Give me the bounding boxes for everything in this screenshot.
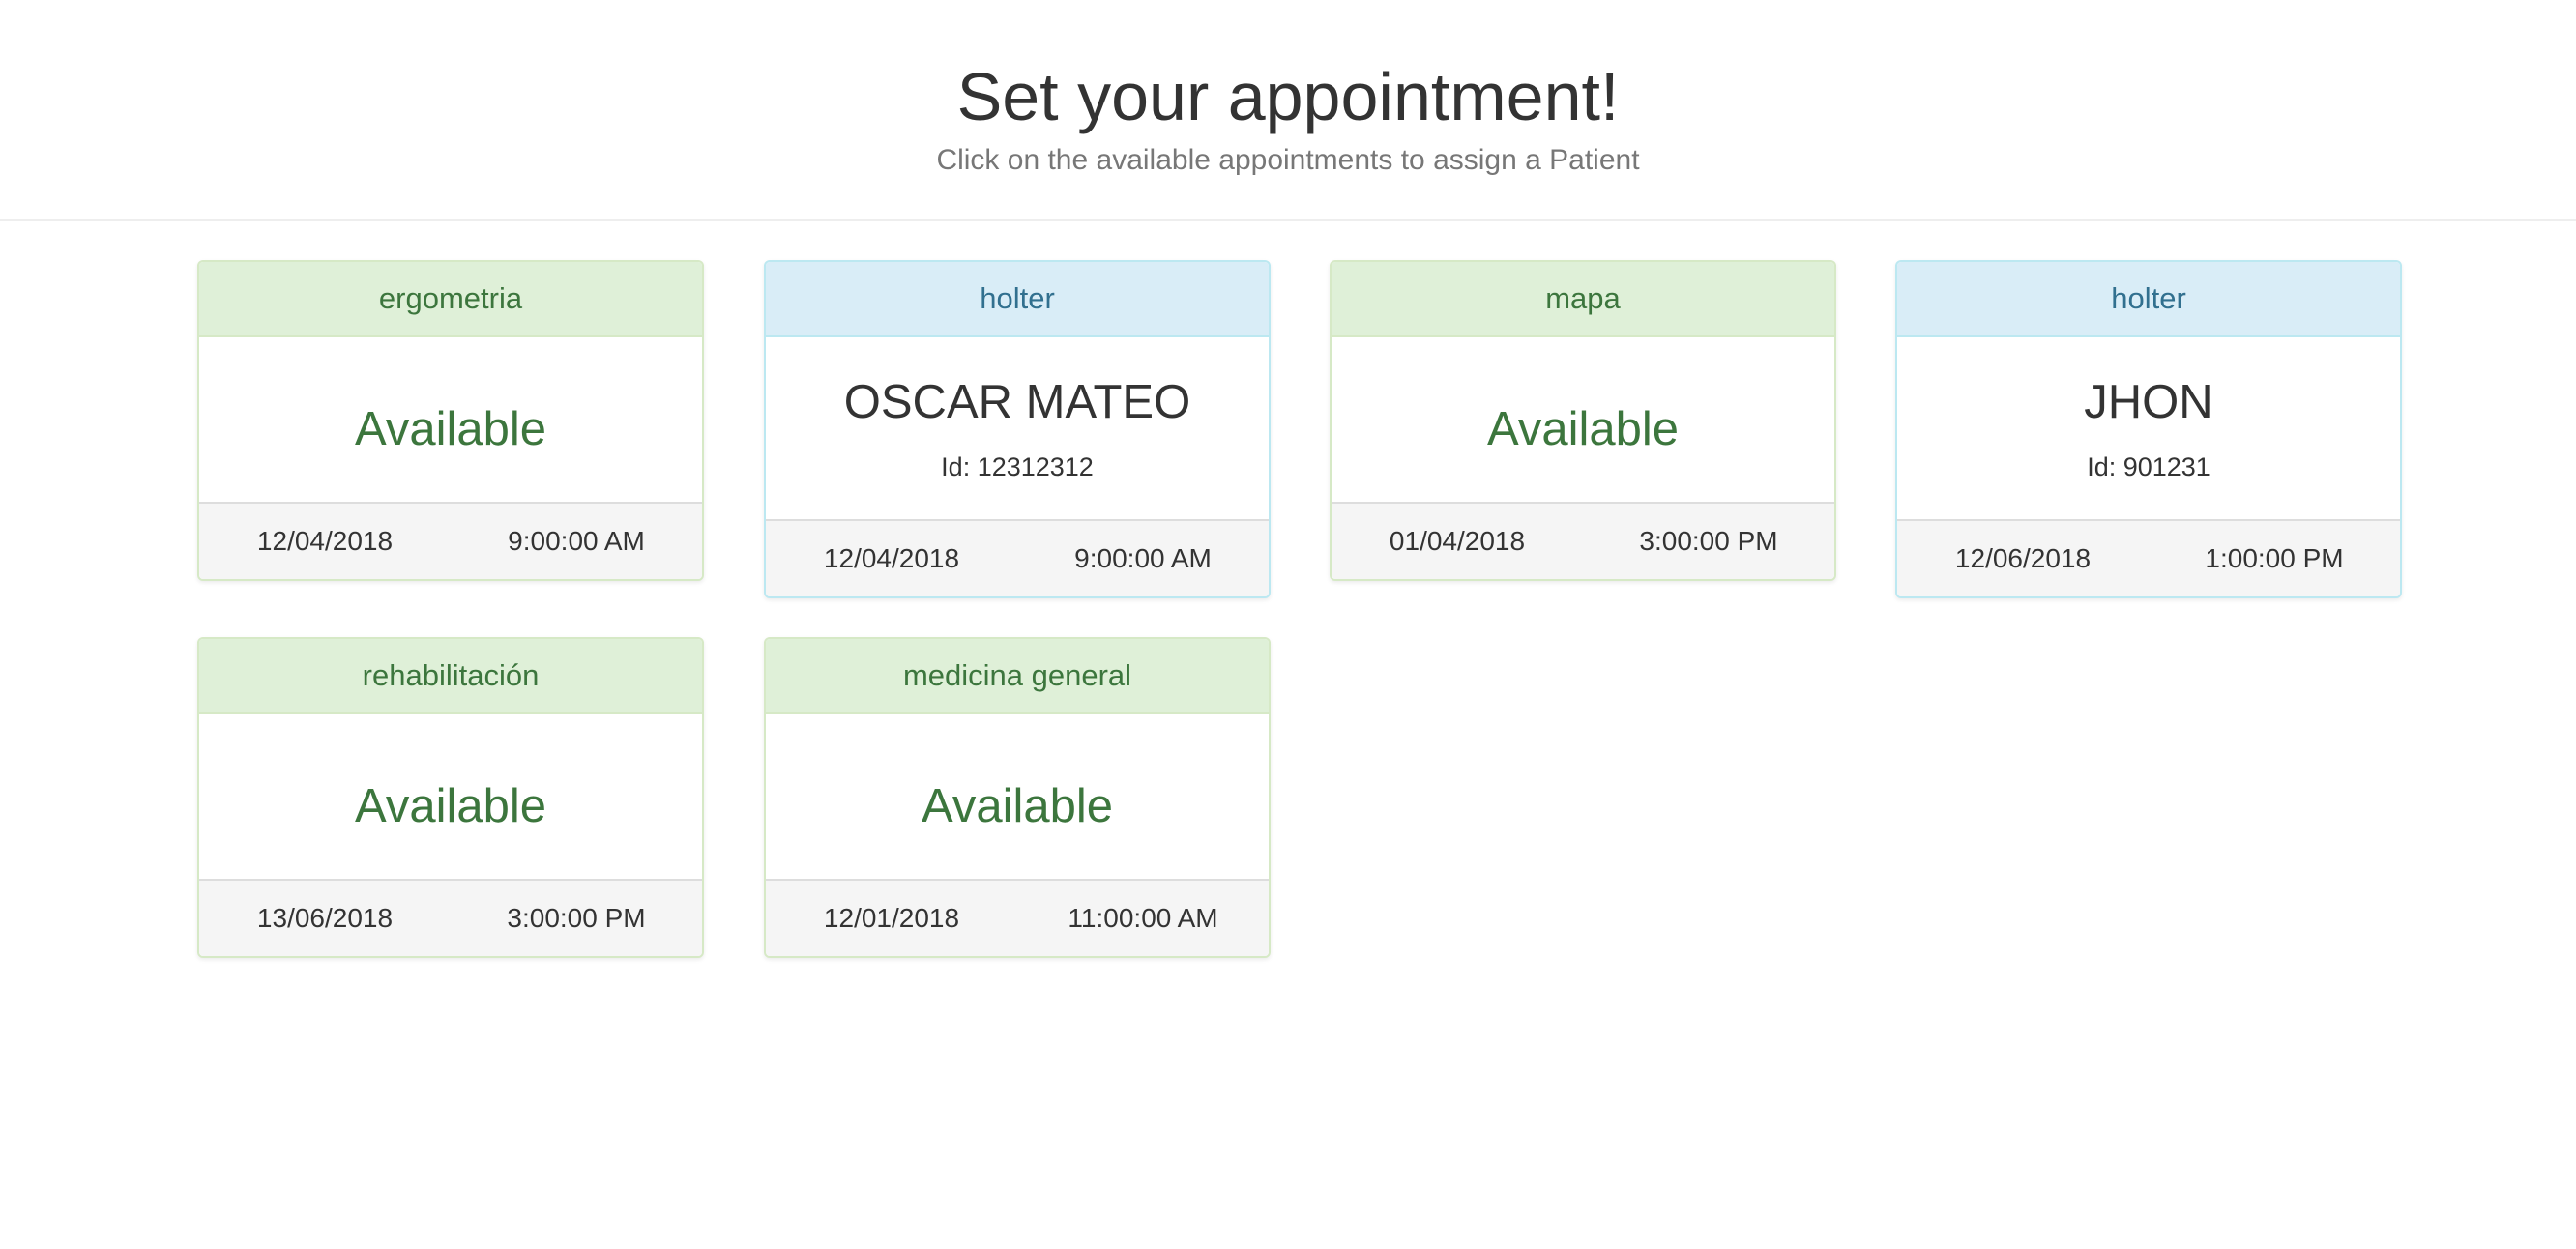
appointment-study-type: rehabilitación — [199, 639, 702, 714]
appointment-footer: 12/04/2018 9:00:00 AM — [199, 502, 702, 579]
availability-status: Available — [922, 780, 1113, 832]
appointment-body: OSCAR MATEO Id: 12312312 — [766, 337, 1269, 519]
appointment-date: 12/06/2018 — [1954, 543, 2092, 573]
page-header: Set your appointment! Click on the avail… — [0, 0, 2576, 221]
appointment-body: JHON Id: 901231 — [1897, 337, 2400, 519]
appointment-body: Available — [199, 337, 702, 502]
appointment-card[interactable]: rehabilitación Available 13/06/2018 3:00… — [197, 637, 704, 958]
appointment-time: 3:00:00 PM — [507, 903, 646, 933]
appointment-footer: 12/06/2018 1:00:00 PM — [1897, 519, 2400, 596]
appointment-footer: 12/04/2018 9:00:00 AM — [766, 519, 1269, 596]
appointment-date: 01/04/2018 — [1389, 526, 1526, 556]
appointment-study-type: holter — [766, 262, 1269, 337]
appointments-grid: ergometria Available 12/04/2018 9:00:00 … — [0, 221, 2576, 1249]
patient-name: OSCAR MATEO — [843, 376, 1191, 428]
patient-name: JHON — [2084, 376, 2213, 428]
appointment-time: 9:00:00 AM — [1074, 543, 1212, 573]
appointment-time: 11:00:00 AM — [1068, 903, 1218, 933]
appointment-study-type: medicina general — [766, 639, 1269, 714]
availability-status: Available — [355, 403, 546, 455]
patient-id: Id: 901231 — [2087, 452, 2210, 481]
availability-status: Available — [1487, 403, 1679, 455]
appointment-footer: 12/01/2018 11:00:00 AM — [766, 879, 1269, 956]
appointment-date: 13/06/2018 — [256, 903, 394, 933]
appointment-study-type: holter — [1897, 262, 2400, 337]
appointment-body: Available — [199, 714, 702, 879]
appointment-time: 3:00:00 PM — [1639, 526, 1778, 556]
appointment-card[interactable]: mapa Available 01/04/2018 3:00:00 PM — [1330, 260, 1836, 581]
appointment-footer: 01/04/2018 3:00:00 PM — [1332, 502, 1834, 579]
appointment-card[interactable]: holter OSCAR MATEO Id: 12312312 12/04/20… — [764, 260, 1271, 598]
availability-status: Available — [355, 780, 546, 832]
appointment-date: 12/01/2018 — [823, 903, 960, 933]
appointment-body: Available — [766, 714, 1269, 879]
appointment-time: 1:00:00 PM — [2205, 543, 2344, 573]
appointment-date: 12/04/2018 — [256, 526, 394, 556]
appointment-card[interactable]: medicina general Available 12/01/2018 11… — [764, 637, 1271, 958]
patient-id: Id: 12312312 — [941, 452, 1094, 481]
appointment-study-type: ergometria — [199, 262, 702, 337]
appointment-time: 9:00:00 AM — [508, 526, 645, 556]
appointment-card[interactable]: holter JHON Id: 901231 12/06/2018 1:00:0… — [1895, 260, 2402, 598]
page-subtitle: Click on the available appointments to a… — [936, 144, 1640, 176]
appointment-card[interactable]: ergometria Available 12/04/2018 9:00:00 … — [197, 260, 704, 581]
page-title: Set your appointment! — [956, 59, 1620, 134]
appointment-date: 12/04/2018 — [823, 543, 960, 573]
appointment-study-type: mapa — [1332, 262, 1834, 337]
appointment-body: Available — [1332, 337, 1834, 502]
appointment-footer: 13/06/2018 3:00:00 PM — [199, 879, 702, 956]
